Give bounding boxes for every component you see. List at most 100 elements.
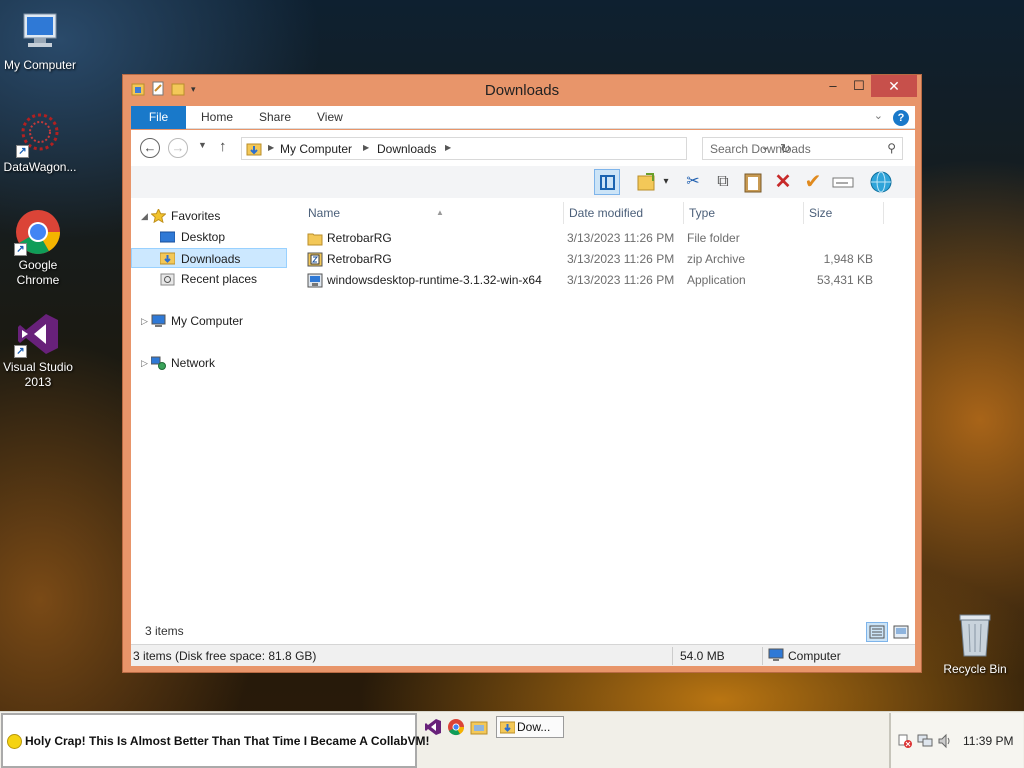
visual-studio-taskbar-icon[interactable] [424,718,444,738]
breadcrumb-my-computer[interactable]: My Computer [280,142,352,156]
desktop-icon-label: Visual Studio 2013 [3,360,73,389]
ribbon-tabs: File Home Share View ⌄ ? [131,106,915,129]
copy-icon[interactable]: ⧉ [710,169,736,195]
file-row[interactable]: windowsdesktop-runtime-3.1.32-win-x64 3/… [303,270,893,290]
clock[interactable]: 11:39 PM [963,734,1013,748]
column-divider[interactable] [563,202,564,224]
nav-item-network[interactable]: ▷ Network [131,353,287,373]
nav-item-downloads[interactable]: Downloads [131,248,287,268]
computer-icon [768,648,784,665]
maximize-button[interactable]: ☐ [848,75,870,97]
column-divider[interactable] [683,202,684,224]
checkmark-icon[interactable]: ✔ [800,169,826,195]
folder-icon [307,231,323,246]
ticker-text: Holy Crap! This Is Almost Better Than Th… [25,734,430,748]
nav-item-recent-places[interactable]: Recent places [131,269,287,289]
close-button[interactable]: ✕ [871,75,917,97]
tab-view[interactable]: View [317,106,343,129]
chrome-taskbar-icon[interactable] [447,718,467,738]
breadcrumb-separator-icon[interactable]: ▶ [363,143,369,152]
collapsed-arrow-icon[interactable]: ▷ [141,311,148,331]
downloads-folder-icon [500,721,515,734]
desktop-icon-visual-studio[interactable]: ↗ Visual Studio 2013 [0,310,78,390]
installer-application-icon [307,273,323,288]
file-size: 53,431 KB [816,273,873,287]
up-button[interactable]: ↑ [219,138,227,155]
file-date: 3/13/2023 11:26 PM [567,252,675,266]
rename-icon[interactable] [830,169,856,195]
file-name: RetrobarRG [327,231,392,245]
nav-label-downloads: Downloads [181,252,241,266]
window-title: Downloads [484,82,560,99]
large-icons-view-button[interactable] [891,622,911,642]
smiley-icon [7,734,22,749]
preview-pane-button[interactable] [594,169,620,195]
nav-item-favorites[interactable]: ◢ Favorites [131,206,287,226]
taskbar: Holy Crap! This Is Almost Better Than Th… [0,711,1024,768]
file-date: 3/13/2023 11:26 PM [567,273,675,287]
recent-locations-icon[interactable]: ▼ [198,140,207,150]
shortcut-arrow-icon: ↗ [14,345,27,358]
column-header-type[interactable]: Type [689,202,799,224]
tab-share[interactable]: Share [259,106,291,129]
desktop-icon-google-chrome[interactable]: ↗ Google Chrome [0,208,78,288]
collapsed-arrow-icon[interactable]: ▷ [141,353,148,373]
file-list: Name ▲ Date modified Type Size RetrobarR… [299,198,915,618]
large-icons-view-icon [893,625,909,639]
breadcrumb-downloads[interactable]: Downloads [377,142,436,156]
column-header-size[interactable]: Size [809,202,879,224]
column-divider[interactable] [883,202,884,224]
expand-ribbon-icon[interactable]: ⌄ [874,109,883,122]
file-type: Application [687,273,746,287]
navigation-pane: ◢ Favorites Desktop Downloads Recent pla… [131,198,291,618]
tab-home[interactable]: Home [201,106,233,129]
downloads-folder-icon [246,142,262,156]
delete-icon[interactable]: ✕ [770,169,796,195]
file-size: 1,948 KB [823,252,873,266]
globe-icon[interactable] [868,169,894,195]
system-tray: 11:39 PM [889,713,1023,768]
chevron-down-icon[interactable]: ▾ [659,169,673,195]
file-row[interactable]: RetrobarRG 3/13/2023 11:26 PM File folde… [303,228,893,248]
help-icon[interactable]: ? [893,110,909,126]
file-explorer-taskbar-icon[interactable] [470,718,490,738]
taskbar-button-label: Dow... [517,720,551,734]
folder-options-icon[interactable] [634,169,660,195]
column-header-name[interactable]: Name ▲ [308,202,558,224]
paste-icon[interactable] [740,169,766,195]
expanded-arrow-icon[interactable]: ◢ [141,206,148,226]
volume-icon[interactable] [937,733,953,749]
tab-file[interactable]: File [131,106,186,129]
file-row[interactable]: RetrobarRG 3/13/2023 11:26 PM zip Archiv… [303,249,893,269]
nav-item-desktop[interactable]: Desktop [131,227,287,247]
desktop-icon-label: Google Chrome [16,258,60,287]
nav-label-desktop: Desktop [181,230,226,244]
nav-item-my-computer[interactable]: ▷ My Computer [131,311,287,331]
desktop-icon-datawagon[interactable]: ↗ DataWagon... [0,110,80,175]
back-button[interactable]: ← [140,138,160,158]
desktop-icon-label: Recycle Bin [943,662,1007,676]
file-name: RetrobarRG [327,252,392,266]
navigation-bar: ← → ▼ ↑ ▶ My Computer ▶ Downloads ▶ ⌄ ↻ … [131,130,915,166]
address-bar[interactable]: ▶ My Computer ▶ Downloads ▶ ⌄ ↻ [241,137,791,160]
taskbar-button-downloads[interactable]: Dow... [496,716,564,738]
breadcrumb-separator-icon[interactable]: ▶ [445,143,451,152]
recent-places-icon [160,272,175,286]
search-placeholder: Search Downloads [710,142,811,156]
details-view-button[interactable] [866,622,888,642]
column-header-date-modified[interactable]: Date modified [569,202,679,224]
title-bar[interactable]: ▾ Downloads – ☐ ✕ [123,75,921,105]
search-box[interactable]: Search Downloads ⚲ [702,137,903,160]
action-center-icon[interactable] [897,733,913,749]
minimize-button[interactable]: – [818,75,848,97]
cut-icon[interactable]: ✂ [680,169,706,195]
desktop-icon-recycle-bin[interactable]: Recycle Bin [935,612,1015,677]
breadcrumb-separator-icon[interactable]: ▶ [268,143,274,152]
sort-up-icon: ▲ [436,208,444,217]
network-tray-icon[interactable] [917,733,933,749]
forward-button[interactable]: → [168,138,188,158]
desktop-icon-my-computer[interactable]: My Computer [0,8,80,73]
status-location: Computer [788,649,841,663]
status-divider [672,647,673,665]
column-divider[interactable] [803,202,804,224]
